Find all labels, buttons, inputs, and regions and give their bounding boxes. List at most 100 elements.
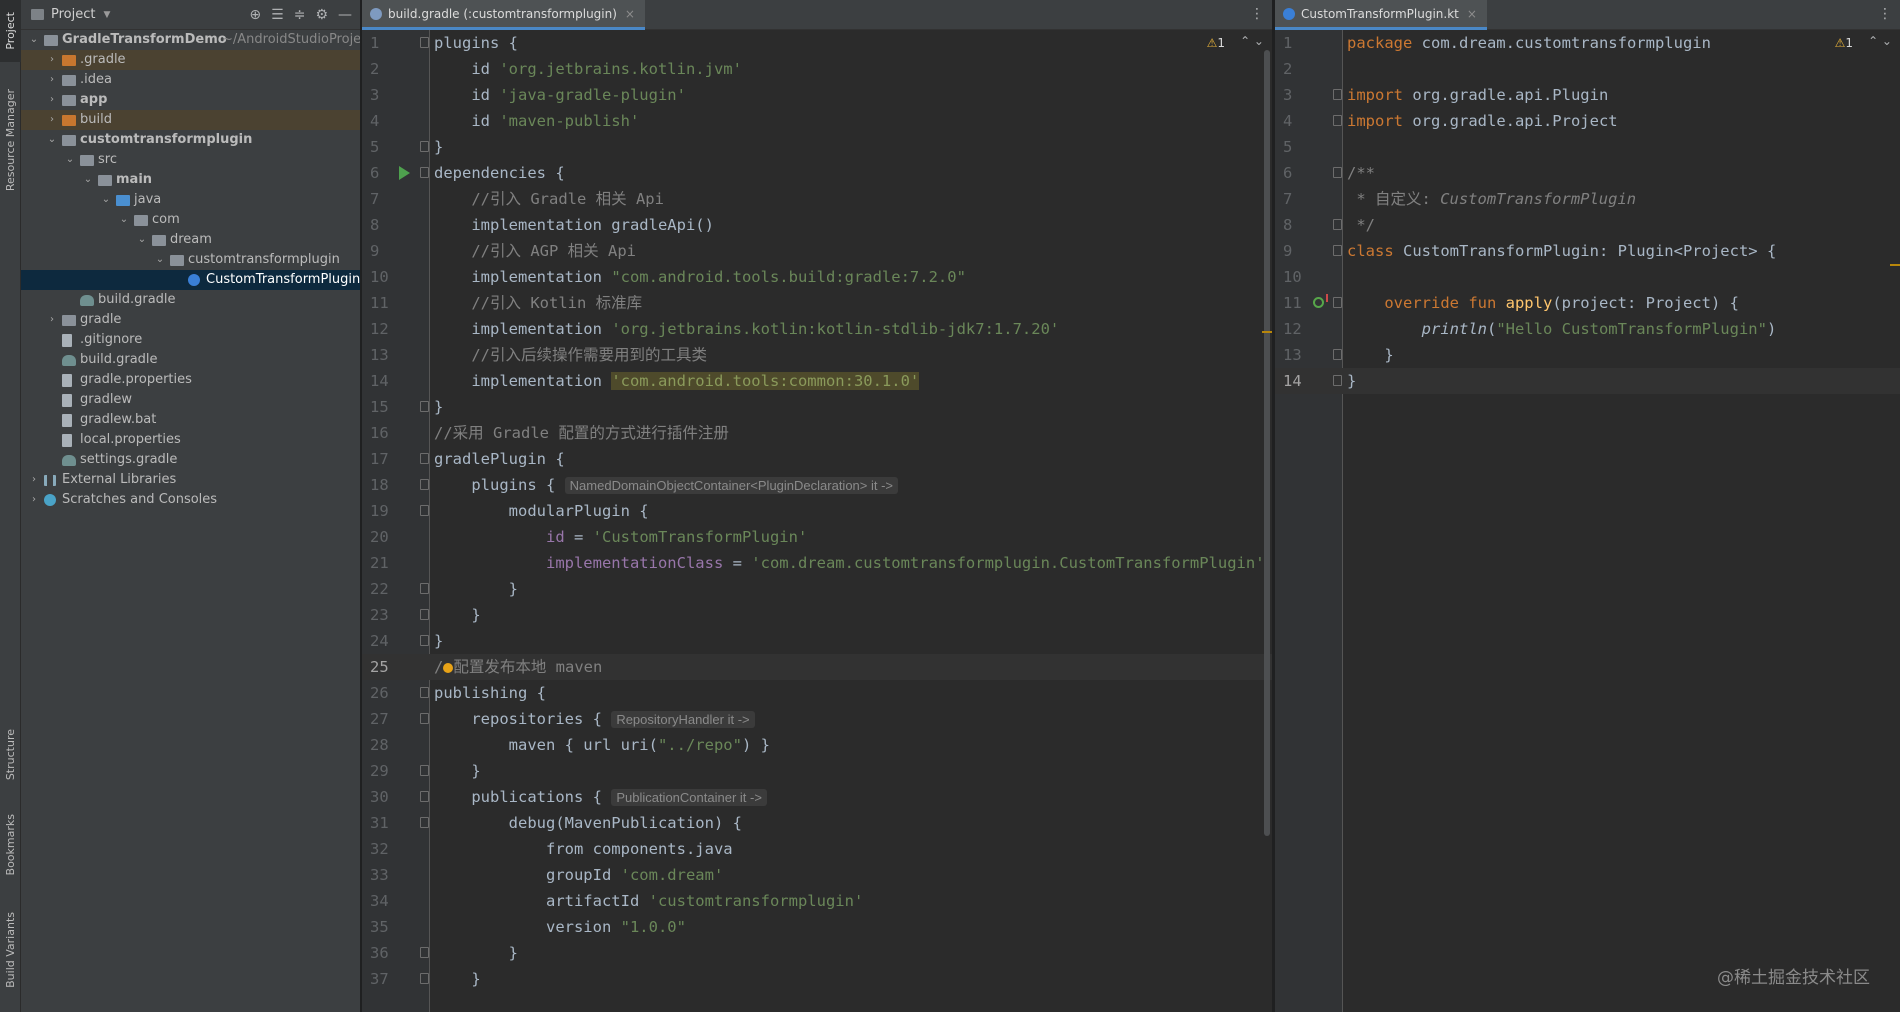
tree-item[interactable]: ⌄ customtransformplugin: [21, 250, 360, 270]
tree-item[interactable]: build.gradle: [21, 290, 360, 310]
fold-marker-icon[interactable]: [420, 37, 429, 48]
chevron-down-icon[interactable]: ⌄: [118, 210, 130, 230]
fold-marker-icon[interactable]: [420, 687, 429, 698]
tool-tab-structure[interactable]: Structure: [0, 715, 21, 795]
code-line[interactable]: 27 repositories { RepositoryHandler it -…: [362, 706, 1272, 732]
code-line[interactable]: 23 }: [362, 602, 1272, 628]
tree-item[interactable]: build.gradle: [21, 350, 360, 370]
tree-item[interactable]: › Scratches and Consoles: [21, 490, 360, 510]
code-line[interactable]: 18 plugins { NamedDomainObjectContainer<…: [362, 472, 1272, 498]
fold-marker-icon[interactable]: [1333, 375, 1342, 386]
code-line[interactable]: 1 plugins {: [362, 30, 1272, 56]
fold-marker-icon[interactable]: [1333, 89, 1342, 100]
expand-all-icon[interactable]: ☰: [271, 7, 284, 23]
fold-marker-icon[interactable]: [420, 973, 429, 984]
fold-marker-icon[interactable]: [1333, 245, 1342, 256]
code-line[interactable]: 1 package com.dream.customtransformplugin: [1275, 30, 1900, 56]
tree-item[interactable]: ⌄ java: [21, 190, 360, 210]
tree-item[interactable]: gradlew: [21, 390, 360, 410]
chevron-down-icon[interactable]: ⌄: [64, 150, 76, 170]
fold-marker-icon[interactable]: [420, 635, 429, 646]
code-line[interactable]: 3 id 'java-gradle-plugin': [362, 82, 1272, 108]
tree-item[interactable]: gradlew.bat: [21, 410, 360, 430]
fold-marker-icon[interactable]: [420, 453, 429, 464]
fold-marker-icon[interactable]: [420, 167, 429, 178]
fold-marker-icon[interactable]: [1333, 115, 1342, 126]
tree-item[interactable]: › build: [21, 110, 360, 130]
chevron-right-icon[interactable]: ›: [28, 490, 40, 510]
code-line[interactable]: 25 / 配置发布本地 maven: [362, 654, 1272, 680]
code-line[interactable]: 13 //引入后续操作需要用到的工具类: [362, 342, 1272, 368]
code-line[interactable]: 10 implementation "com.android.tools.bui…: [362, 264, 1272, 290]
code-line[interactable]: 14 implementation 'com.android.tools:com…: [362, 368, 1272, 394]
code-line[interactable]: 37 }: [362, 966, 1272, 992]
code-line[interactable]: 32 from components.java: [362, 836, 1272, 862]
code-line[interactable]: 20 id = 'CustomTransformPlugin': [362, 524, 1272, 550]
tree-item[interactable]: ⌄ GradleTransformDemo ~/AndroidStudioProje…: [21, 30, 360, 50]
code-line[interactable]: 22 }: [362, 576, 1272, 602]
code-line[interactable]: 21 implementationClass = 'com.dream.cust…: [362, 550, 1272, 576]
hide-panel-icon[interactable]: —: [338, 7, 352, 23]
code-line[interactable]: 28 maven { url uri("../repo") }: [362, 732, 1272, 758]
tool-tab-bookmarks[interactable]: Bookmarks: [0, 800, 21, 890]
chevron-down-icon[interactable]: ⌄: [100, 190, 112, 210]
close-icon[interactable]: ×: [1467, 7, 1477, 21]
tree-item[interactable]: gradle.properties: [21, 370, 360, 390]
warning-stripe[interactable]: [1890, 264, 1900, 266]
code-line[interactable]: 26 publishing {: [362, 680, 1272, 706]
code-line[interactable]: 33 groupId 'com.dream': [362, 862, 1272, 888]
code-line[interactable]: 14}: [1275, 368, 1900, 394]
tree-item[interactable]: › .idea: [21, 70, 360, 90]
code-line[interactable]: 31 debug(MavenPublication) {: [362, 810, 1272, 836]
chevron-right-icon[interactable]: ›: [28, 470, 40, 490]
code-line[interactable]: 2 id 'org.jetbrains.kotlin.jvm': [362, 56, 1272, 82]
tree-item[interactable]: local.properties: [21, 430, 360, 450]
tool-tab-resource-manager[interactable]: Resource Manager: [0, 80, 21, 200]
close-icon[interactable]: ×: [625, 7, 635, 21]
tab-build-gradle[interactable]: build.gradle (:customtransformplugin) ×: [362, 0, 645, 30]
code-line[interactable]: 7 //引入 Gradle 相关 Api: [362, 186, 1272, 212]
tree-item[interactable]: › .gradle: [21, 50, 360, 70]
tree-item[interactable]: .gitignore: [21, 330, 360, 350]
fold-marker-icon[interactable]: [420, 583, 429, 594]
code-line[interactable]: 17 gradlePlugin {: [362, 446, 1272, 472]
chevron-right-icon[interactable]: ›: [46, 310, 58, 330]
code-line[interactable]: 12 implementation 'org.jetbrains.kotlin:…: [362, 316, 1272, 342]
code-line[interactable]: 9 //引入 AGP 相关 Api: [362, 238, 1272, 264]
fold-marker-icon[interactable]: [420, 479, 429, 490]
code-line[interactable]: 5}: [362, 134, 1272, 160]
code-line[interactable]: 13 }: [1275, 342, 1900, 368]
code-line[interactable]: 4 import org.gradle.api.Project: [1275, 108, 1900, 134]
tree-item[interactable]: ⌄ src: [21, 150, 360, 170]
code-line[interactable]: 4 id 'maven-publish': [362, 108, 1272, 134]
chevron-down-icon[interactable]: ⌄: [82, 170, 94, 190]
tool-tab-project[interactable]: Project: [0, 0, 21, 62]
locate-file-icon[interactable]: ⊕: [249, 7, 261, 23]
tree-item[interactable]: › app: [21, 90, 360, 110]
fold-marker-icon[interactable]: [1333, 167, 1342, 178]
code-line[interactable]: 16 //采用 Gradle 配置的方式进行插件注册: [362, 420, 1272, 446]
tree-item[interactable]: ⌄ dream: [21, 230, 360, 250]
code-line[interactable]: 8 */: [1275, 212, 1900, 238]
chevron-down-icon[interactable]: ▼: [103, 10, 110, 20]
project-view-selector[interactable]: Project: [51, 7, 95, 22]
more-options-icon[interactable]: ⋮: [1250, 6, 1264, 22]
code-line[interactable]: 11 override fun apply(project: Project) …: [1275, 290, 1900, 316]
tree-item[interactable]: › External Libraries: [21, 470, 360, 490]
tree-item[interactable]: ⌄ main: [21, 170, 360, 190]
code-line[interactable]: 34 artifactId 'customtransformplugin': [362, 888, 1272, 914]
fold-marker-icon[interactable]: [420, 947, 429, 958]
chevron-down-icon[interactable]: ⌄: [154, 250, 166, 270]
fold-marker-icon[interactable]: [420, 765, 429, 776]
code-line[interactable]: 29 }: [362, 758, 1272, 784]
fold-marker-icon[interactable]: [420, 817, 429, 828]
code-area[interactable]: 1 plugins {2 id 'org.jetbrains.kotlin.jvm…: [362, 30, 1272, 992]
fold-marker-icon[interactable]: [1333, 297, 1342, 308]
run-icon[interactable]: [399, 166, 410, 180]
fold-marker-icon[interactable]: [420, 791, 429, 802]
fold-marker-icon[interactable]: [1333, 219, 1342, 230]
tool-tab-build-variants[interactable]: Build Variants: [0, 900, 21, 1000]
chevron-right-icon[interactable]: ›: [46, 70, 58, 90]
collapse-all-icon[interactable]: ≑: [294, 7, 306, 23]
code-line[interactable]: 5: [1275, 134, 1900, 160]
